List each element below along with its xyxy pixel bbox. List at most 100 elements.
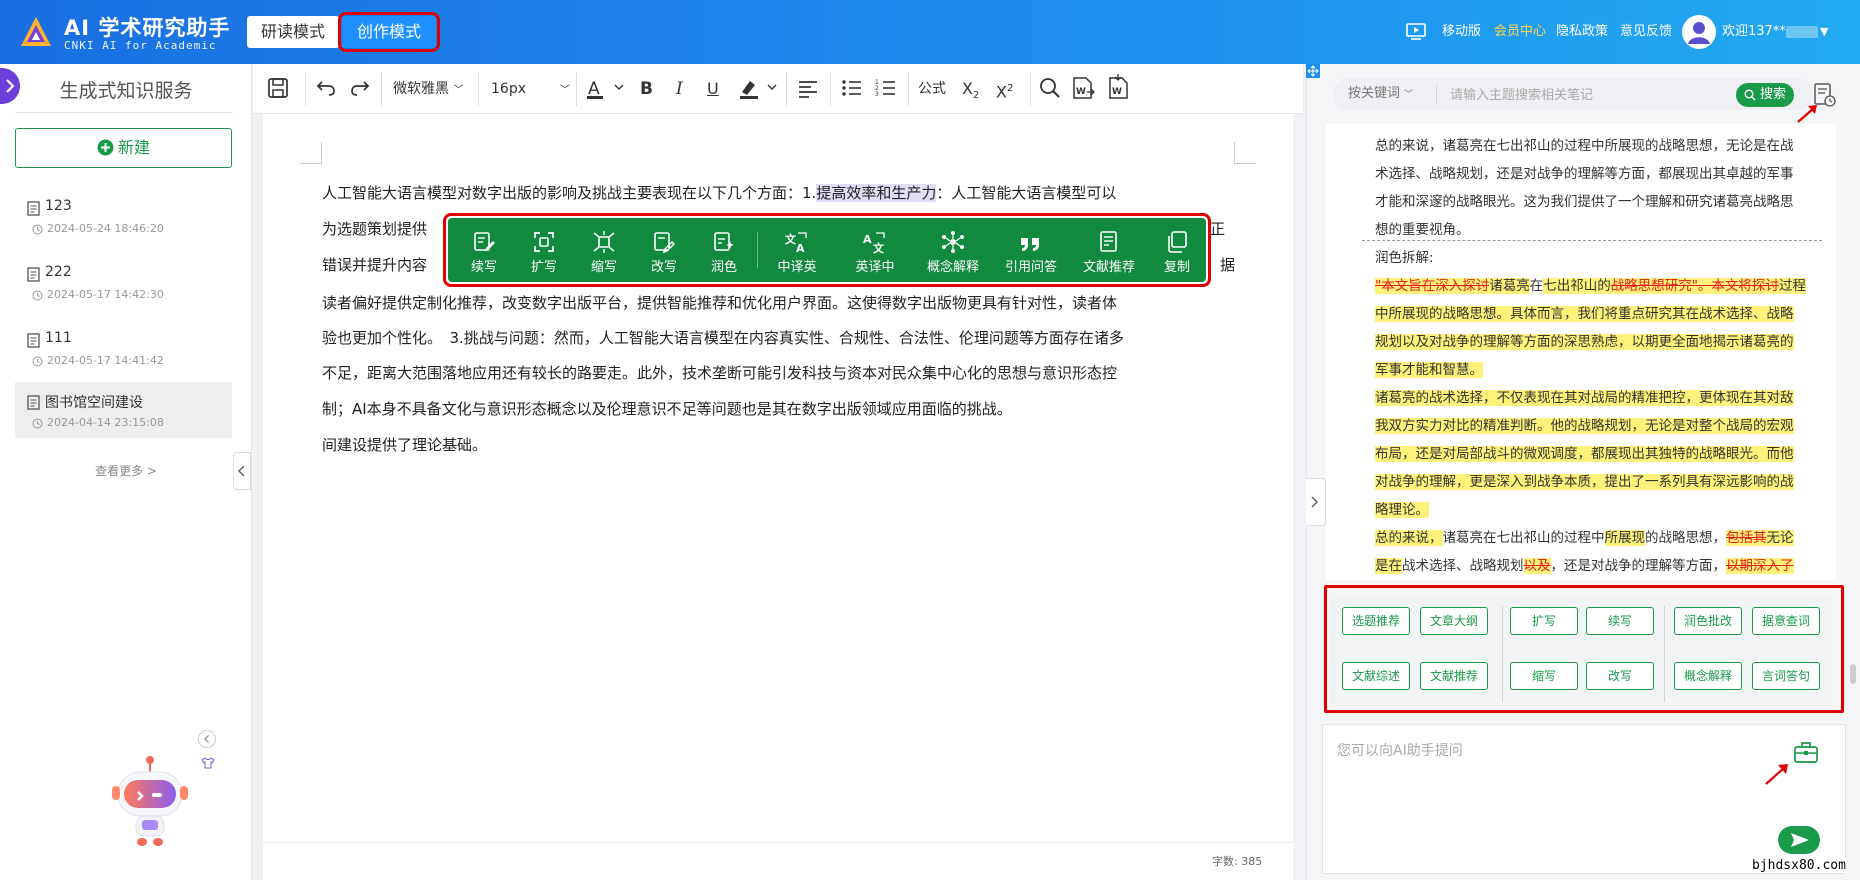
unchanged-text: 在: [1529, 278, 1544, 294]
privacy-link[interactable]: 隐私政策: [1556, 0, 1608, 64]
import-word-icon[interactable]: W: [1106, 70, 1132, 106]
numbered-list-icon[interactable]: 123: [874, 70, 898, 106]
save-icon[interactable]: [266, 70, 290, 106]
changed-text: 规划以及对战争的理解等方面的深思熟虑，以期更全面地揭示诸葛亮的: [1375, 334, 1794, 350]
align-left-icon[interactable]: [796, 70, 820, 106]
doc-item[interactable]: 111 2024-05-17 14:41:42: [15, 320, 232, 376]
chevron-right-icon: [1311, 496, 1319, 508]
clock-icon: [32, 290, 43, 301]
mobile-link[interactable]: 移动版: [1442, 0, 1481, 64]
doc-time: 2024-05-17 14:41:42: [47, 354, 164, 367]
sidebar-divider: [15, 112, 233, 113]
result-summary: 总的来说，诸葛亮在七出祁山的过程中所展现的战略思想，无论是在战 术选择、战略规划…: [1375, 132, 1823, 244]
redo-icon[interactable]: [348, 70, 372, 106]
drag-handle-icon[interactable]: [1306, 64, 1320, 78]
user-dropdown-icon[interactable]: ▼: [1820, 0, 1828, 64]
panel-scrollbar[interactable]: [1850, 664, 1856, 684]
changed-text: 七出祁山的: [1543, 278, 1611, 294]
app-header: AI 学术研究助手 CNKI AI for Academic 研读模式 创作模式…: [0, 0, 1860, 64]
document-icon: [27, 267, 40, 282]
undo-icon[interactable]: [314, 70, 338, 106]
toolbar-separator: [381, 72, 382, 106]
formula-button[interactable]: 公式: [918, 64, 946, 114]
member-center-link[interactable]: 会员中心: [1494, 0, 1546, 64]
polish-breakdown: 润色拆解: "本文旨在深入探讨诸葛亮在七出祁山的战略思想研究"。本文将探讨过程 …: [1375, 244, 1823, 580]
changed-text: 诸葛亮的战术选择，不仅表现在其对战局的精准把控，更体现在其对敌: [1375, 390, 1794, 406]
see-more-link[interactable]: 查看更多 >: [0, 462, 252, 479]
changed-text: 略理论。: [1375, 502, 1429, 518]
search-icon[interactable]: [1038, 70, 1062, 106]
underline-icon[interactable]: U: [707, 64, 719, 114]
robot-assistant-icon[interactable]: [108, 756, 188, 850]
editor-line[interactable]: 制；AI本身不具备文化与意识形态概念以及伦理意识不足等问题也是其在数字出版领域应…: [322, 391, 1242, 427]
deleted-text: 以及: [1523, 558, 1551, 574]
annotation-box-mode: [338, 12, 440, 52]
keyword-select[interactable]: 按关键词 ﹀: [1348, 78, 1413, 111]
svg-text:3: 3: [875, 91, 879, 98]
robot-close-icon[interactable]: [198, 730, 216, 748]
doc-name: 123: [45, 198, 72, 214]
new-document-button[interactable]: 新建: [15, 128, 232, 168]
editor-line[interactable]: 读者偏好提供定制化推荐，改变数字出版平台，提供智能推荐和优化用户界面。这使得数字…: [322, 285, 1242, 321]
page-footer-divider: [263, 842, 1293, 843]
font-size-select[interactable]: 16px ﹀: [491, 64, 570, 116]
changed-text: 中所展现的战略思想。具体而言，我们将重点研究其在战术选择、战略: [1375, 306, 1794, 322]
subscript-icon[interactable]: X2: [962, 64, 979, 121]
send-icon: [1791, 833, 1809, 847]
result-divider: [1362, 240, 1822, 241]
feedback-link[interactable]: 意见反馈: [1620, 0, 1672, 64]
export-word-icon[interactable]: W: [1070, 70, 1096, 106]
doc-item[interactable]: 123 2024-05-24 18:46:20: [15, 188, 232, 244]
editor-line[interactable]: 不足，距离大范围落地应用还有较长的路要走。此外，技术垄断可能引发科技与资本对民众…: [322, 355, 1242, 391]
send-button[interactable]: [1778, 826, 1820, 854]
doc-name: 222: [45, 264, 72, 280]
changed-text: 过程: [1778, 278, 1806, 294]
search-button[interactable]: 搜索: [1736, 83, 1794, 107]
shirt-icon[interactable]: [201, 756, 215, 770]
chevron-down-icon: ﹀: [453, 85, 464, 96]
editor-line[interactable]: 人工智能大语言模型对数字出版的影响及挑战主要表现在以下几个方面：1.提高效率和生…: [322, 175, 1242, 211]
app-subtitle: CNKI AI for Academic: [64, 39, 217, 52]
highlight-color-icon[interactable]: [738, 70, 782, 106]
toolbar-separator: [830, 72, 831, 106]
changed-text: 总的来说，: [1375, 530, 1443, 546]
unchanged-text: 战术选择、战略规划: [1402, 558, 1524, 574]
editor-text: 为选题策划提供: [322, 220, 428, 238]
mobile-icon: [1406, 23, 1426, 40]
bold-icon[interactable]: B: [640, 64, 653, 114]
doc-time: 2024-04-14 23:15:08: [47, 416, 164, 429]
panel-toggle-button[interactable]: [1306, 478, 1326, 526]
doc-time: 2024-05-24 18:46:20: [47, 222, 164, 235]
search-divider: [1436, 84, 1437, 104]
font-size-value: 16px: [491, 81, 526, 97]
doc-item-active[interactable]: 图书馆空间建设 2024-04-14 23:15:08: [15, 382, 232, 438]
avatar[interactable]: [1682, 15, 1716, 49]
page-corner-mark: [1234, 142, 1256, 164]
font-family-select[interactable]: 微软雅黑 ﹀: [393, 64, 463, 116]
italic-icon[interactable]: I: [676, 64, 683, 114]
notes-search-input[interactable]: 请输入主题搜索相关笔记: [1450, 84, 1593, 103]
editor-line[interactable]: 间建设提供了理论基础。: [322, 427, 1242, 463]
masked-username: [1786, 26, 1818, 38]
changed-text: 诸葛亮: [1489, 278, 1530, 294]
deleted-text: "本文旨在深入探讨: [1375, 278, 1490, 294]
keyword-select-value: 按关键词: [1348, 86, 1401, 101]
editor-line[interactable]: 验也更加个性化。 3.挑战与问题：然而，人工智能大语言模型在内容真实性、合规性、…: [322, 320, 1242, 356]
toolbar-separator: [786, 72, 787, 106]
toolbar-separator: [908, 72, 909, 106]
clock-icon: [32, 224, 43, 235]
bullet-list-icon[interactable]: [840, 70, 864, 106]
welcome-user[interactable]: 欢迎137**: [1722, 0, 1786, 64]
sidebar-collapse-button[interactable]: [233, 452, 251, 490]
superscript-icon[interactable]: X2: [996, 64, 1013, 117]
doc-name: 111: [45, 330, 72, 346]
font-color-icon[interactable]: A: [585, 70, 629, 106]
doc-item[interactable]: 222 2024-05-17 14:42:30: [15, 254, 232, 310]
annotation-box-actions: [1324, 585, 1844, 713]
selected-text: 提高效率和生产力: [816, 184, 937, 202]
search-icon: [1744, 89, 1756, 101]
read-mode-button[interactable]: 研读模式: [247, 16, 339, 48]
document-icon: [27, 201, 40, 216]
changed-text: 军事才能和智慧。: [1375, 362, 1483, 378]
toolbox-icon[interactable]: [1793, 740, 1819, 764]
